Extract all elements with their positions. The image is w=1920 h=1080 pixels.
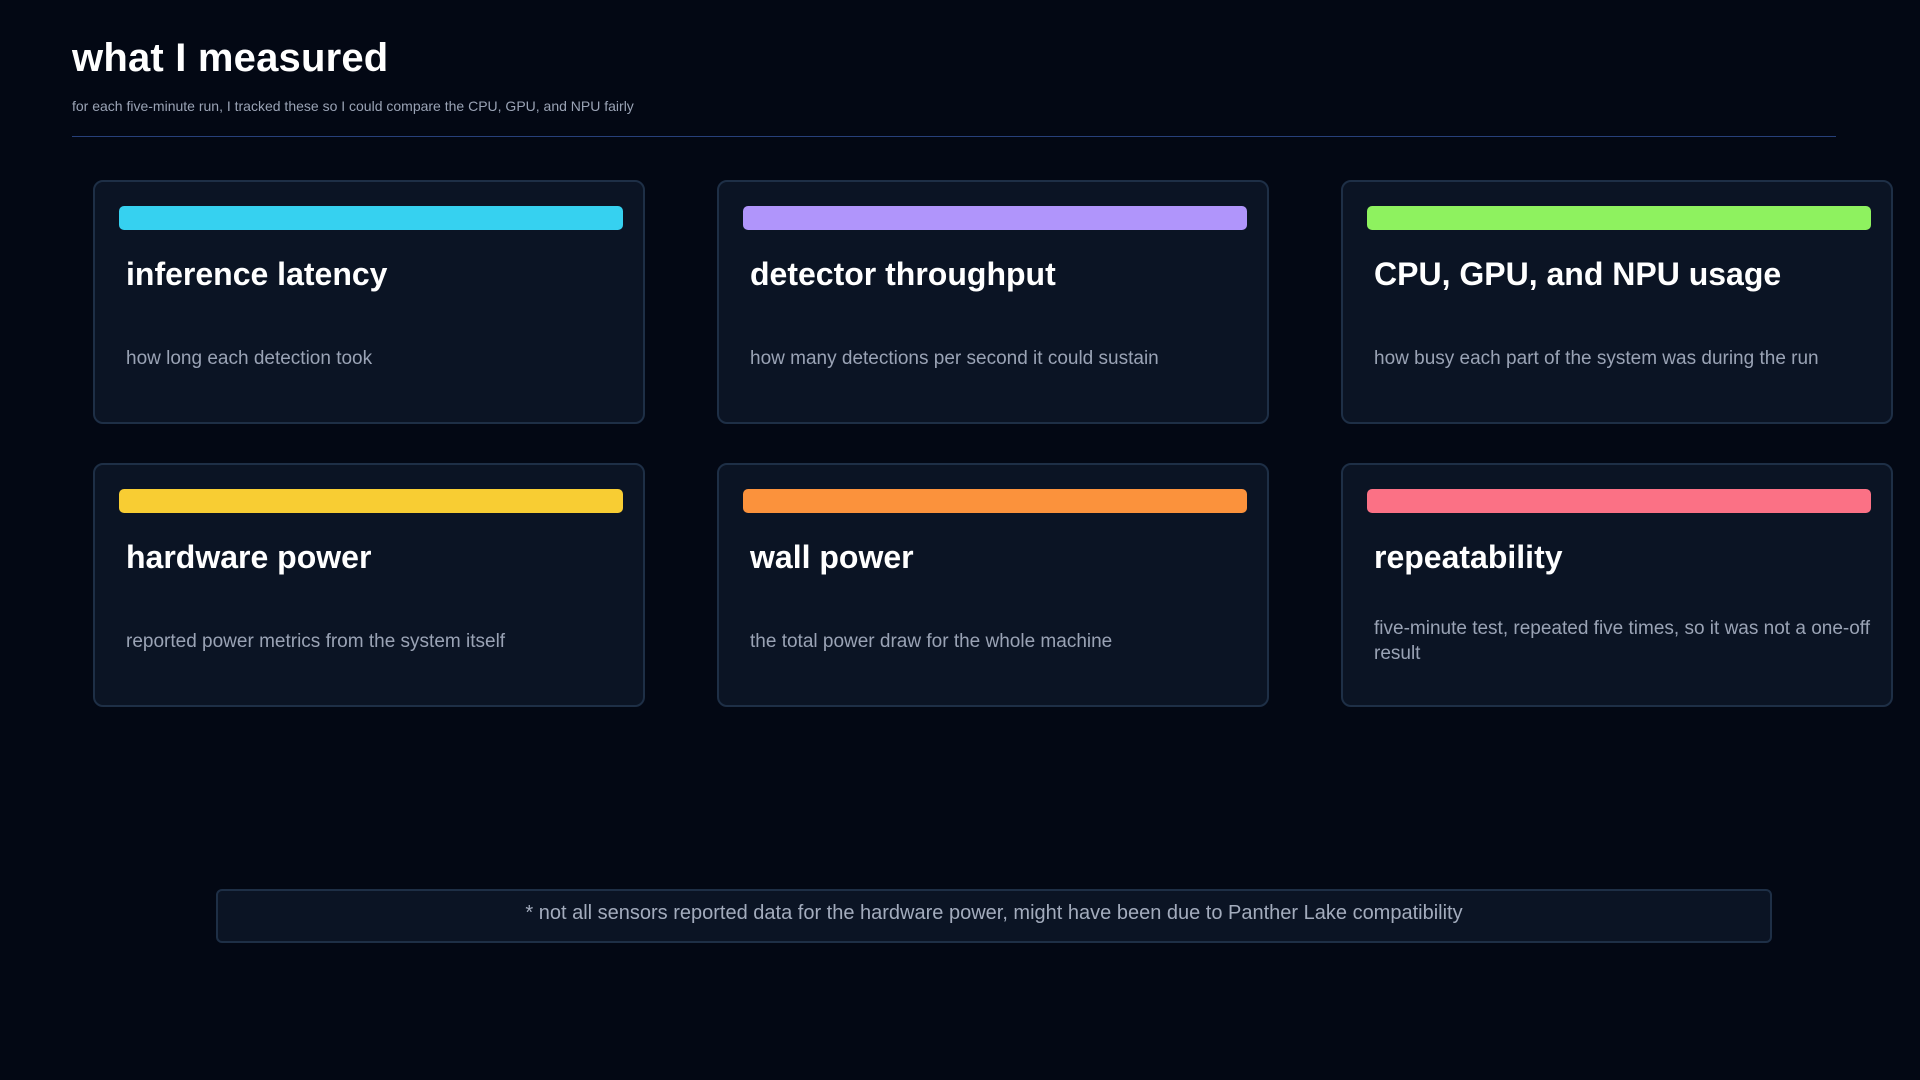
card-description: how long each detection took — [126, 348, 373, 369]
card-description: five-minute test, repeated five times, s… — [1374, 618, 1871, 664]
card-description: how many detections per second it could … — [750, 348, 1159, 369]
metric-card-wall-power: wall power the total power draw for the … — [717, 463, 1269, 707]
card-title: inference latency — [126, 256, 388, 292]
card-accent-bar — [743, 206, 1247, 230]
card-description: how busy each part of the system was dur… — [1374, 348, 1819, 369]
card-accent-bar — [1367, 206, 1871, 230]
page-title: what I measured — [72, 36, 389, 80]
footnote-text: * not all sensors reported data for the … — [525, 901, 1463, 924]
card-description: reported power metrics from the system i… — [126, 631, 506, 652]
card-title: detector throughput — [750, 256, 1056, 292]
metric-card-detector-throughput: detector throughput how many detections … — [717, 180, 1269, 424]
metric-card-usage: CPU, GPU, and NPU usage how busy each pa… — [1341, 180, 1893, 424]
page-subtitle: for each five-minute run, I tracked thes… — [72, 98, 634, 114]
metric-card-inference-latency: inference latency how long each detectio… — [93, 180, 645, 424]
card-title: wall power — [750, 539, 914, 575]
header-divider — [72, 136, 1836, 137]
metric-card-repeatability: repeatability five-minute test, repeated… — [1341, 463, 1893, 707]
card-title: repeatability — [1374, 539, 1563, 575]
card-title: CPU, GPU, and NPU usage — [1374, 256, 1782, 292]
footnote-box: * not all sensors reported data for the … — [216, 889, 1772, 943]
card-title: hardware power — [126, 539, 372, 575]
card-accent-bar — [1367, 489, 1871, 513]
metric-card-hardware-power: hardware power reported power metrics fr… — [93, 463, 645, 707]
slide: what I measured for each five-minute run… — [0, 0, 1920, 1080]
card-description: the total power draw for the whole machi… — [750, 631, 1113, 652]
card-accent-bar — [119, 206, 623, 230]
card-accent-bar — [743, 489, 1247, 513]
card-accent-bar — [119, 489, 623, 513]
